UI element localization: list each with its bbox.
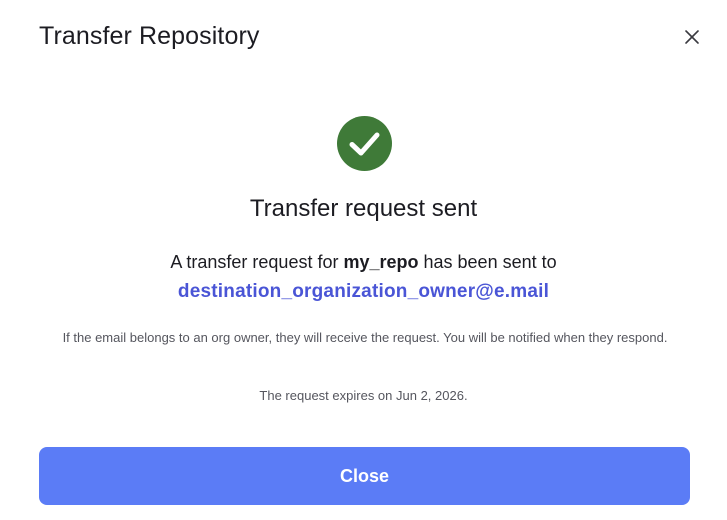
expiry-note: The request expires on Jun 2, 2026.: [259, 388, 468, 403]
transfer-message: A transfer request for my_repo has been …: [0, 252, 727, 273]
check-circle-icon: [337, 116, 392, 171]
message-suffix: has been sent to: [418, 252, 557, 272]
success-heading: Transfer request sent: [249, 195, 478, 222]
dialog-title: Transfer Repository: [39, 22, 260, 50]
recipient-email: destination_organization_owner@e.mail: [177, 281, 550, 302]
close-button[interactable]: Close: [39, 447, 690, 505]
message-prefix: A transfer request for: [170, 252, 344, 272]
close-icon[interactable]: [680, 25, 704, 49]
info-note: If the email belongs to an org owner, th…: [62, 330, 668, 345]
repo-name: my_repo: [343, 252, 419, 272]
transfer-repository-dialog: Transfer Repository Transfer request sen…: [0, 0, 727, 520]
